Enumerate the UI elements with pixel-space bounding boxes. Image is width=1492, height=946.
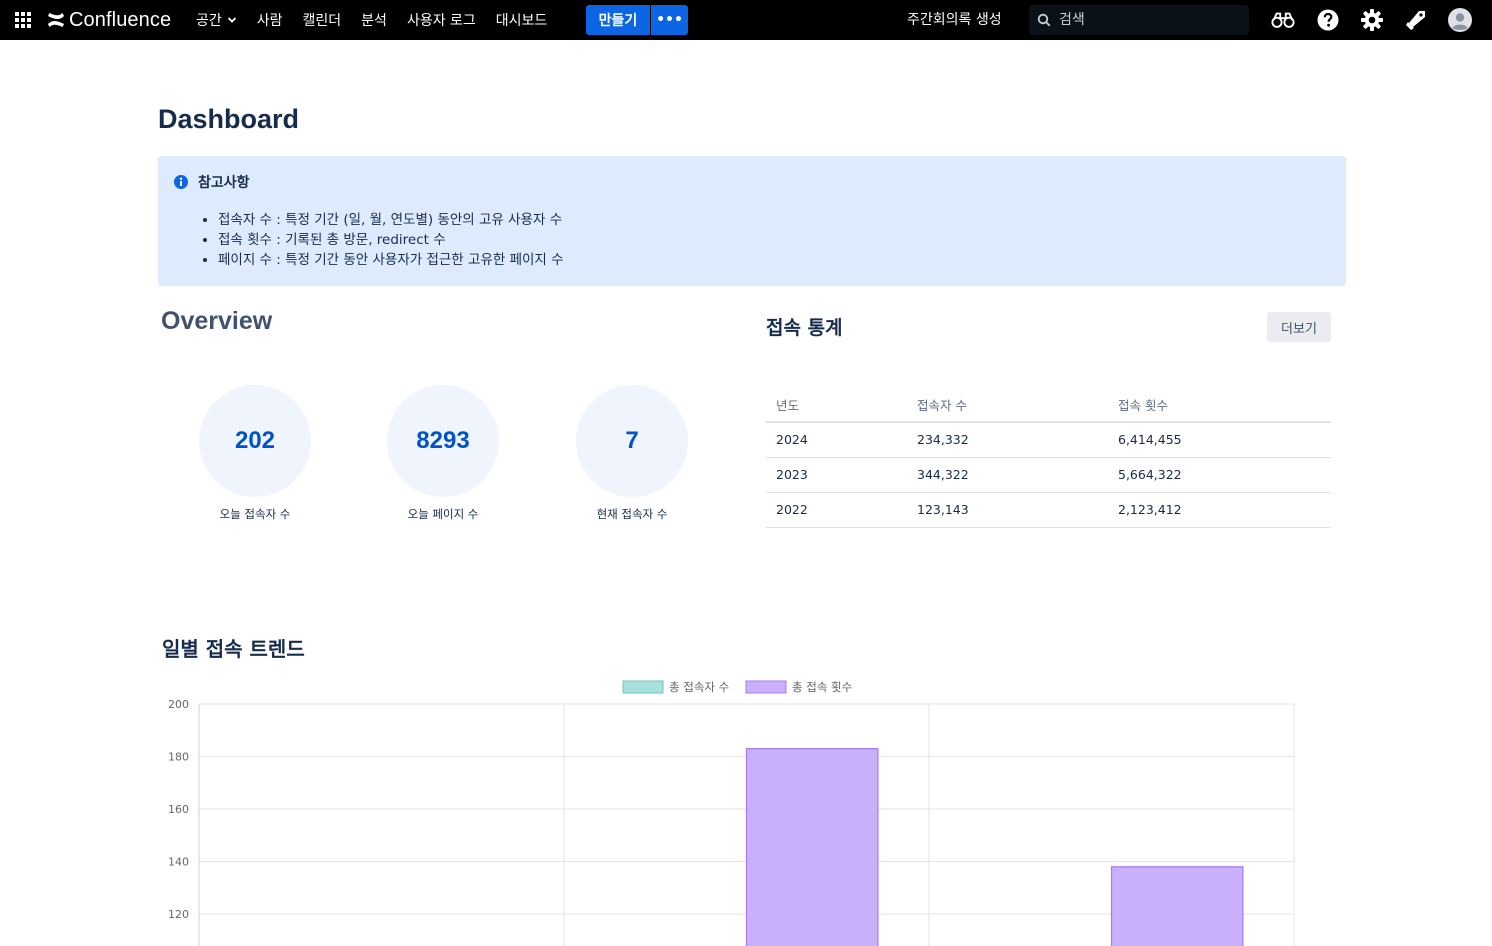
stat-label: 오늘 페이지 수 — [407, 507, 479, 521]
binoculars-icon[interactable] — [1271, 8, 1295, 32]
info-panel-header: 참고사항 — [174, 172, 250, 192]
create-weekly-meeting-notes-link[interactable]: 주간회의록 생성 — [907, 0, 1002, 40]
nav-item-calendar[interactable]: 캘린더 — [303, 10, 342, 30]
create-button[interactable]: 만들기 — [586, 5, 650, 35]
top-navigation: Confluence 공간 사람 캘린더 분석 사용자 로그 대시보드 만들기 … — [0, 0, 1492, 40]
y-tick-label: 140 — [168, 856, 189, 869]
stat-today-pages: 8293 오늘 페이지 수 — [387, 385, 499, 522]
trend-title: 일별 접속 트렌드 — [162, 637, 305, 661]
table-header-row: 년도 접속자 수 접속 횟수 — [766, 387, 1331, 423]
nav-item-label: 캘린더 — [302, 13, 342, 29]
table-cell: 2023 — [766, 457, 907, 493]
overview-title: Overview — [161, 307, 273, 335]
stat-label: 오늘 접속자 수 — [219, 507, 291, 521]
table-row: 2022 123,143 2,123,412 — [766, 492, 1331, 528]
nav-item-people[interactable]: 사람 — [257, 10, 283, 30]
info-panel-title: 참고사항 — [198, 175, 250, 191]
info-list: 접속자 수 : 특정 기간 (일, 월, 연도별) 동안의 고유 사용자 수 접… — [218, 210, 564, 270]
table-cell: 123,143 — [907, 492, 1108, 528]
table-cell: 6,414,455 — [1108, 422, 1331, 458]
nav-item-label: 대시보드 — [495, 13, 548, 29]
table-cell: 2022 — [766, 492, 907, 528]
avatar-icon[interactable] — [1448, 8, 1472, 32]
y-tick-label: 200 — [168, 698, 189, 711]
table-cell: 344,322 — [907, 457, 1108, 493]
nav-item-label: 분석 — [361, 13, 387, 29]
legend-swatch — [622, 680, 664, 694]
y-tick-label: 120 — [168, 908, 189, 921]
access-stats-table: 년도 접속자 수 접속 횟수 2024 234,332 6,414,455 20… — [766, 387, 1331, 528]
info-list-item: 페이지 수 : 특정 기간 동안 사용자가 접근한 고유한 페이지 수 — [218, 250, 564, 270]
chart-bar — [1110, 866, 1244, 946]
info-list-item: 접속 횟수 : 기록된 총 방문, redirect 수 — [218, 230, 564, 250]
nav-item-spaces[interactable]: 공간 — [196, 10, 237, 30]
help-icon[interactable] — [1316, 8, 1340, 32]
chart-bar — [745, 748, 879, 946]
more-create-options-button[interactable]: ••• — [651, 5, 688, 35]
search-input[interactable] — [1059, 12, 1229, 28]
stat-value: 7 — [576, 385, 688, 497]
nav-item-label: 공간 — [196, 13, 222, 29]
legend-label: 총 접속자 수 — [669, 680, 729, 694]
table-cell: 2024 — [766, 422, 907, 458]
page-title: Dashboard — [158, 104, 300, 134]
nav-item-label: 사람 — [256, 13, 283, 29]
nav-item-label: 사용자 로그 — [406, 13, 476, 29]
column-header-year: 년도 — [766, 387, 907, 423]
table-row: 2023 344,322 5,664,322 — [766, 457, 1331, 493]
chevron-down-icon — [227, 17, 236, 23]
more-button[interactable]: 더보기 — [1267, 312, 1331, 342]
nav-item-user-log[interactable]: 사용자 로그 — [407, 10, 476, 30]
legend-swatch — [745, 680, 787, 694]
search-icon — [1037, 13, 1051, 27]
nav-item-analytics[interactable]: 분석 — [361, 10, 387, 30]
column-header-visitors: 접속자 수 — [907, 387, 1108, 423]
confluence-logo-icon — [48, 13, 64, 27]
y-tick-label: 180 — [168, 751, 189, 764]
stat-value: 8293 — [387, 385, 499, 497]
stat-value: 202 — [199, 385, 311, 497]
logo-text: Confluence — [69, 8, 172, 31]
settings-icon[interactable] — [1360, 8, 1384, 32]
search-box — [1029, 5, 1249, 35]
app-switcher-icon[interactable] — [14, 11, 32, 29]
info-panel: 참고사항 접속자 수 : 특정 기간 (일, 월, 연도별) 동안의 고유 사용… — [158, 156, 1346, 286]
info-icon — [174, 175, 188, 189]
stat-label: 현재 접속자 수 — [596, 507, 668, 521]
legend-label: 총 접속 횟수 — [792, 680, 852, 694]
column-header-visits: 접속 횟수 — [1108, 387, 1331, 423]
table-cell: 2,123,412 — [1108, 492, 1331, 528]
y-tick-label: 160 — [168, 803, 189, 816]
create-button-group: 만들기 ••• — [586, 5, 688, 35]
stat-today-visitors: 202 오늘 접속자 수 — [199, 385, 311, 522]
table-cell: 5,664,322 — [1108, 457, 1331, 493]
info-list-item: 접속자 수 : 특정 기간 (일, 월, 연도별) 동안의 고유 사용자 수 — [218, 210, 564, 230]
access-stats-title: 접속 통계 — [766, 317, 843, 339]
stat-current-visitors: 7 현재 접속자 수 — [576, 385, 688, 522]
confluence-logo[interactable]: Confluence — [47, 8, 171, 32]
daily-trend-chart: 120 140 160 180 200 총 접속자 수 총 접속 횟수 — [168, 680, 1295, 946]
table-cell: 234,332 — [907, 422, 1108, 458]
primary-nav: 공간 사람 캘린더 분석 사용자 로그 대시보드 — [196, 0, 567, 40]
table-row: 2024 234,332 6,414,455 — [766, 422, 1331, 458]
notifications-icon[interactable] — [1404, 8, 1428, 32]
nav-item-dashboard[interactable]: 대시보드 — [496, 10, 548, 30]
